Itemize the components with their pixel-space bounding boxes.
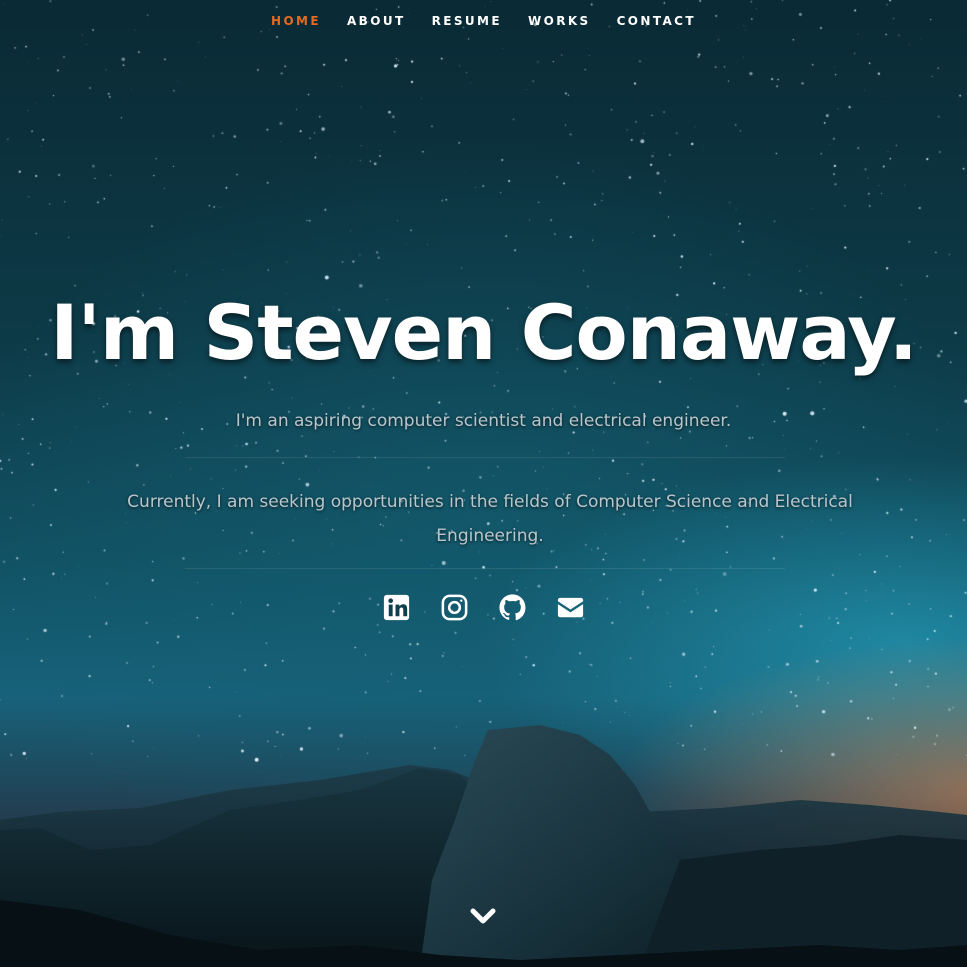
seeking-statement: Currently, I am seeking opportunities in… <box>127 492 853 546</box>
mountain-silhouette <box>0 725 967 967</box>
social-links <box>0 592 967 623</box>
envelope-icon[interactable] <box>555 592 586 623</box>
instagram-icon[interactable] <box>439 592 470 623</box>
chevron-down-icon[interactable] <box>469 904 497 928</box>
nav-item-contact[interactable]: CONTACT <box>604 12 709 30</box>
nav-item-works[interactable]: WORKS <box>515 12 604 30</box>
nav-item-resume[interactable]: RESUME <box>419 12 515 30</box>
nav-item-about[interactable]: ABOUT <box>334 12 419 30</box>
divider-bottom <box>185 568 785 569</box>
hero-section: HOME ABOUT RESUME WORKS CONTACT I'm Stev… <box>0 0 967 967</box>
github-icon[interactable] <box>497 592 528 623</box>
nav-item-home[interactable]: HOME <box>258 12 334 30</box>
tagline: I'm an aspiring computer scientist and e… <box>235 411 732 431</box>
page-title: I'm Steven Conaway. <box>50 288 917 377</box>
divider-top <box>185 457 785 458</box>
main-nav: HOME ABOUT RESUME WORKS CONTACT <box>0 12 967 30</box>
linkedin-icon[interactable] <box>381 592 412 623</box>
